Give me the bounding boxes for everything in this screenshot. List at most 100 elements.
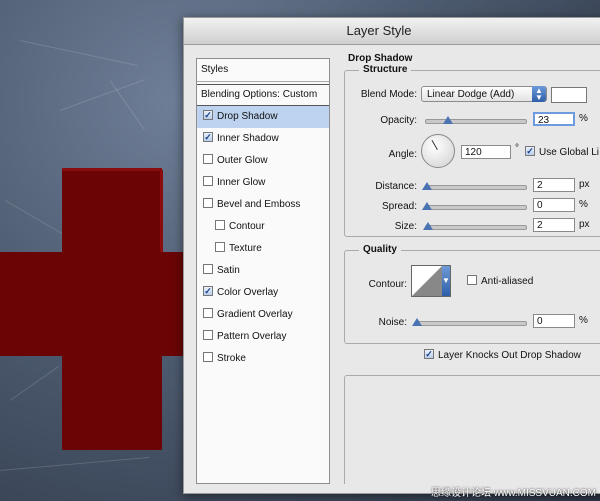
structure-title: Structure [359,64,412,75]
dialog-title: Layer Style [346,23,412,38]
noise-input[interactable]: 0 [533,314,575,328]
style-item[interactable]: Pattern Overlay [197,326,329,348]
texture-scratch [0,456,150,471]
size-unit: px [579,219,590,230]
anti-aliased-checkbox[interactable]: Anti-aliased [467,275,534,287]
spread-slider[interactable] [425,205,527,210]
style-item-label: Bevel and Emboss [217,199,301,210]
checkbox-icon[interactable] [203,330,213,341]
distance-label: Distance: [375,181,417,192]
red-cross-horizontal [0,252,185,356]
anti-aliased-label: Anti-aliased [481,276,534,287]
red-cross-edge [62,168,162,171]
style-item-label: Satin [217,265,240,276]
style-item-label: Color Overlay [217,287,279,298]
texture-scratch [4,200,66,236]
checkbox-icon[interactable]: ✓ [203,286,213,297]
texture-scratch [9,365,60,401]
distance-input[interactable]: 2 [533,178,575,192]
checkbox-icon: ✓ [424,349,434,360]
opacity-slider[interactable] [425,119,527,124]
texture-scratch [19,40,138,66]
noise-slider-thumb[interactable] [412,318,422,326]
checkbox-icon[interactable] [203,154,213,165]
spread-input[interactable]: 0 [533,198,575,212]
quality-title: Quality [359,244,401,255]
use-global-light-label: Use Global Li [539,147,600,158]
angle-unit: ° [515,143,519,154]
checkbox-icon[interactable] [203,308,213,319]
styles-header[interactable]: Styles [197,59,329,82]
spread-unit: % [579,199,588,210]
noise-unit: % [579,315,588,326]
opacity-unit: % [579,113,588,124]
angle-dial[interactable] [421,134,455,168]
style-item-label: Gradient Overlay [217,309,293,320]
dialog-titlebar[interactable]: Layer Style [184,18,600,45]
watermark-text: 思缘设计论坛 www.MISSVUAN.COM [430,488,596,499]
style-item-label: Contour [229,221,265,232]
style-item[interactable]: Outer Glow [197,150,329,172]
blend-mode-label: Blend Mode: [360,89,417,100]
chevron-down-icon: ▼ [442,266,450,296]
updown-arrow-icon: ▲ ▼ [532,86,546,102]
contour-picker[interactable]: ▼ [411,265,451,297]
style-item-label: Inner Glow [217,177,266,188]
contour-preview-icon [412,266,442,296]
checkbox-icon [467,275,477,286]
blend-mode-value: Linear Dodge (Add) [427,89,515,100]
angle-label: Angle: [388,149,417,160]
size-label: Size: [394,221,417,232]
style-item[interactable]: Satin [197,260,329,282]
style-item-label: Stroke [217,353,246,364]
opacity-input[interactable]: 23 [533,112,575,126]
opacity-label: Opacity: [380,115,417,126]
style-item[interactable]: Inner Glow [197,172,329,194]
layer-style-dialog: Layer Style Styles Blending Options: Cus… [183,17,600,494]
style-item[interactable]: Gradient Overlay [197,304,329,326]
style-item-label: Outer Glow [217,155,268,166]
style-item[interactable]: ✓ Drop Shadow [197,106,329,128]
checkbox-icon[interactable] [203,352,213,363]
checkbox-icon[interactable] [203,198,213,209]
texture-scratch [109,80,145,130]
spread-label: Spread: [381,201,417,212]
quality-group: Quality Contour: ▼ Anti-aliased Noise: 0… [344,244,600,344]
section-title: Drop Shadow [348,53,413,64]
checkbox-icon[interactable] [215,242,225,253]
angle-input[interactable]: 120 [461,145,511,159]
spread-slider-thumb[interactable] [422,202,432,210]
distance-slider[interactable] [425,185,527,190]
layer-knocks-out-checkbox[interactable]: ✓ Layer Knocks Out Drop Shadow [424,349,581,361]
style-item[interactable]: Bevel and Emboss [197,194,329,216]
style-item-label: Drop Shadow [217,111,278,122]
opacity-slider-thumb[interactable] [443,116,453,124]
distance-unit: px [579,179,590,190]
style-item[interactable]: Stroke [197,348,329,370]
style-item[interactable]: ✓ Color Overlay [197,282,329,304]
checkbox-icon[interactable] [203,264,213,275]
distance-slider-thumb[interactable] [422,182,432,190]
style-item[interactable]: Contour [197,216,329,238]
size-input[interactable]: 2 [533,218,575,232]
noise-slider[interactable] [415,321,527,326]
style-item-label: Texture [229,243,262,254]
blend-mode-select[interactable]: Linear Dodge (Add) ▲ ▼ [421,86,547,102]
texture-scratch [59,79,145,111]
noise-label: Noise: [378,317,407,328]
blending-options-item[interactable]: Blending Options: Custom [197,84,329,106]
size-slider-thumb[interactable] [423,222,433,230]
style-items: ✓ Drop Shadow ✓ Inner Shadow Outer Glow Inner… [197,106,329,370]
shadow-color-swatch[interactable] [551,87,587,103]
checkbox-icon[interactable] [203,176,213,187]
style-item[interactable]: Texture [197,238,329,260]
checkbox-icon: ✓ [525,146,535,157]
style-item[interactable]: ✓ Inner Shadow [197,128,329,150]
checkbox-icon[interactable]: ✓ [203,110,213,121]
size-slider[interactable] [425,225,527,230]
angle-dial-needle [431,139,438,150]
checkbox-icon[interactable]: ✓ [203,132,213,143]
checkbox-icon[interactable] [215,220,225,231]
red-cross-edge [160,170,163,252]
use-global-light-checkbox[interactable]: ✓ Use Global Li [525,146,600,158]
